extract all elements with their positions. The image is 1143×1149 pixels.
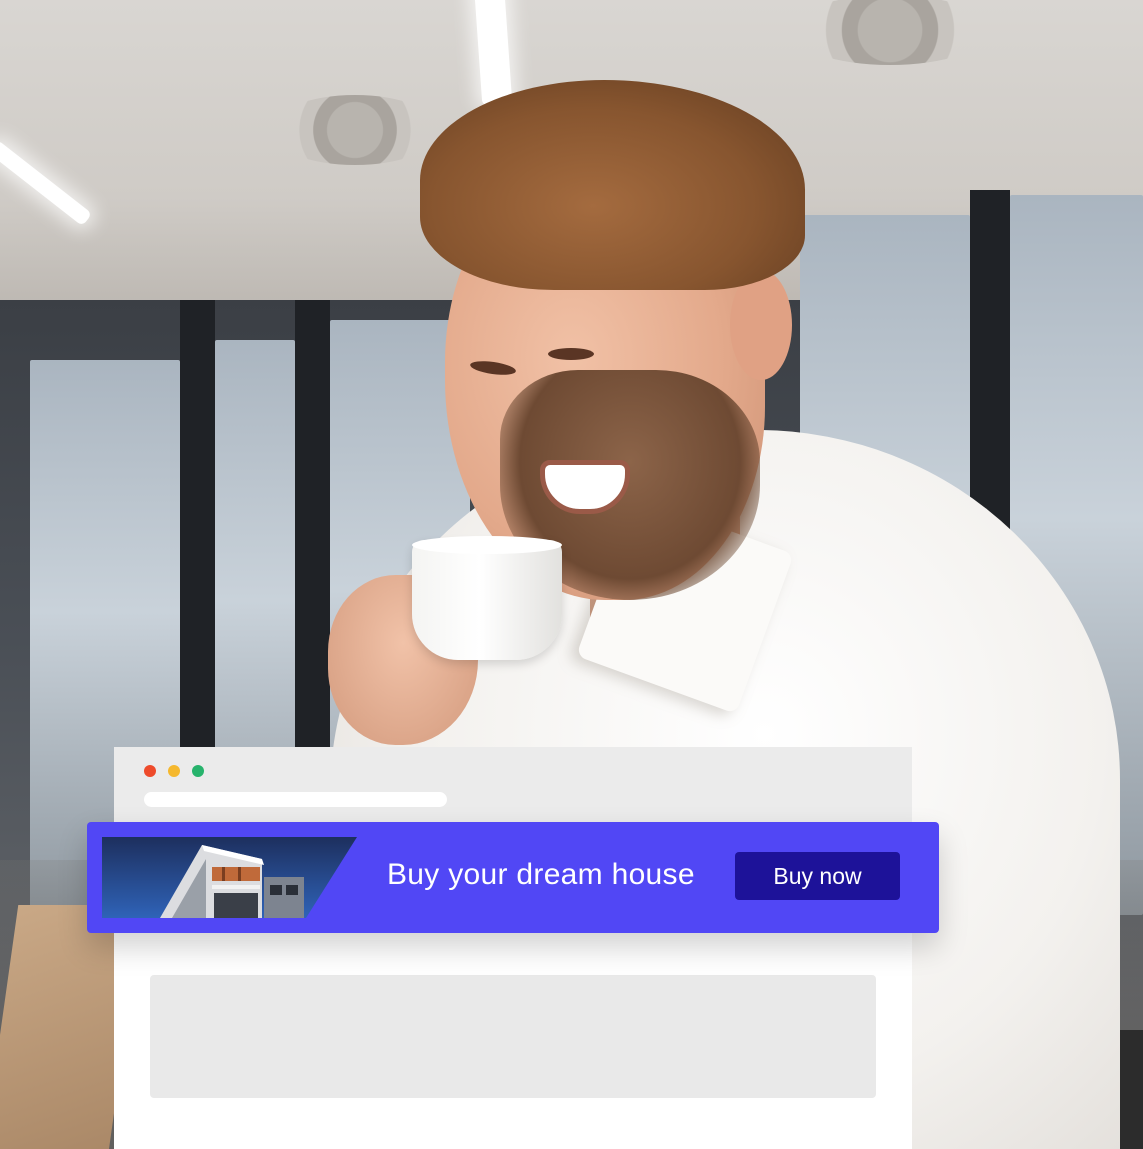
content-placeholder [150, 975, 876, 1098]
address-bar[interactable] [144, 792, 447, 807]
ceiling-light [473, 0, 513, 106]
ceiling-light [0, 139, 93, 227]
coffee-cup-rim [412, 536, 562, 554]
buy-now-button[interactable]: Buy now [735, 852, 900, 900]
maximize-window-icon[interactable] [192, 765, 204, 777]
browser-window [114, 747, 912, 1149]
building-illustration [102, 837, 357, 918]
close-window-icon[interactable] [144, 765, 156, 777]
ceiling-vent [270, 95, 440, 165]
banner-headline: Buy your dream house [387, 858, 695, 891]
building-photo [102, 837, 357, 918]
eye [548, 348, 594, 360]
ad-banner[interactable]: Buy your dream house Buy now [87, 822, 939, 933]
browser-toolbar [114, 747, 912, 827]
coffee-cup [412, 540, 562, 660]
ceiling-vent [790, 0, 990, 65]
minimize-window-icon[interactable] [168, 765, 180, 777]
